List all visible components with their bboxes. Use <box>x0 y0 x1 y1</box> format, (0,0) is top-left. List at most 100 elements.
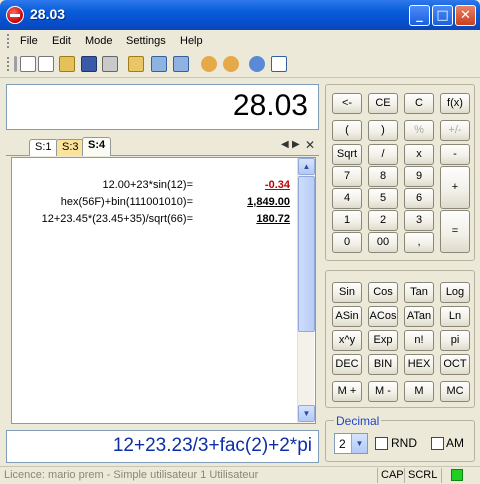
am-label: AM <box>446 436 464 450</box>
print-icon[interactable] <box>102 56 118 72</box>
new-document-icon[interactable] <box>20 56 36 72</box>
scroll-up-icon[interactable]: ▲ <box>298 158 315 175</box>
digit-9-button[interactable]: 9 <box>404 166 434 187</box>
redo-icon[interactable] <box>223 56 239 72</box>
plus-minus-button[interactable]: +/- <box>440 120 470 141</box>
tab-s3[interactable]: S:3 <box>56 139 85 156</box>
digit-2-button[interactable]: 2 <box>368 210 398 231</box>
maximize-button[interactable]: □ <box>432 5 453 26</box>
digit-4-button[interactable]: 4 <box>332 188 362 209</box>
result-expression[interactable]: 12.00+23*sin(12)= <box>102 179 193 191</box>
digit-8-button[interactable]: 8 <box>368 166 398 187</box>
close-paren-button[interactable]: ) <box>368 120 398 141</box>
decimal-select[interactable]: 2 ▼ <box>334 433 368 454</box>
scroll-thumb[interactable] <box>298 176 315 332</box>
result-value[interactable]: 180.72 <box>256 213 290 225</box>
result-value[interactable]: -0.34 <box>265 179 290 191</box>
app-icon[interactable] <box>6 6 24 24</box>
memory-recall-button[interactable]: M <box>404 381 434 402</box>
pi-button[interactable]: pi <box>440 330 470 351</box>
digit-6-button[interactable]: 6 <box>404 188 434 209</box>
oct-button[interactable]: OCT <box>440 354 470 375</box>
import-icon[interactable] <box>173 56 189 72</box>
menu-edit[interactable]: Edit <box>52 35 71 47</box>
sin-button[interactable]: Sin <box>332 282 362 303</box>
title-bar <box>0 0 480 30</box>
open-paren-button[interactable]: ( <box>332 120 362 141</box>
digit-5-button[interactable]: 5 <box>368 188 398 209</box>
digit-1-button[interactable]: 1 <box>332 210 362 231</box>
factorial-button[interactable]: n! <box>404 330 434 351</box>
hex-button[interactable]: HEX <box>404 354 434 375</box>
double-zero-button[interactable]: 00 <box>368 232 398 253</box>
tab-prev-icon[interactable]: ◀ <box>281 139 289 150</box>
new-sheet-icon[interactable] <box>38 56 54 72</box>
open-session-icon[interactable] <box>128 56 144 72</box>
acos-button[interactable]: ACos <box>368 306 398 327</box>
menu-file[interactable]: File <box>20 35 38 47</box>
plus-button[interactable]: + <box>440 166 470 209</box>
save-icon[interactable] <box>81 56 97 72</box>
window-title: 28.03 <box>30 6 66 22</box>
digit-7-button[interactable]: 7 <box>332 166 362 187</box>
clear-button[interactable]: C <box>404 93 434 114</box>
cos-button[interactable]: Cos <box>368 282 398 303</box>
result-value[interactable]: 1,849.00 <box>247 196 290 208</box>
digit-3-button[interactable]: 3 <box>404 210 434 231</box>
clear-entry-button[interactable]: CE <box>368 93 398 114</box>
decimal-select-value: 2 <box>339 437 346 451</box>
rnd-checkbox[interactable] <box>375 437 388 450</box>
decimal-label: Decimal <box>334 414 382 428</box>
menu-grip-icon <box>7 34 10 48</box>
atan-button[interactable]: ATan <box>404 306 434 327</box>
bin-button[interactable]: BIN <box>368 354 398 375</box>
divide-button[interactable]: / <box>368 144 398 165</box>
memory-subtract-button[interactable]: M - <box>368 381 398 402</box>
backspace-button[interactable]: <- <box>332 93 362 114</box>
ln-button[interactable]: Ln <box>440 306 470 327</box>
minus-button[interactable]: - <box>440 144 470 165</box>
export-icon[interactable] <box>151 56 167 72</box>
caps-lock-indicator: CAP <box>377 468 407 483</box>
sqrt-button[interactable]: Sqrt <box>332 144 362 165</box>
percent-button[interactable]: % <box>404 120 434 141</box>
multiply-button[interactable]: x <box>404 144 434 165</box>
digit-0-button[interactable]: 0 <box>332 232 362 253</box>
expression-input-text: 12+23.23/3+fac(2)+2*pi <box>112 435 312 456</box>
status-led-icon <box>451 469 463 481</box>
menu-settings[interactable]: Settings <box>126 35 166 47</box>
memory-add-button[interactable]: M + <box>332 381 362 402</box>
result-expression[interactable]: hex(56F)+bin(111001010)= <box>61 196 193 208</box>
tab-next-icon[interactable]: ▶ <box>292 139 300 150</box>
tab-s4[interactable]: S:4 <box>82 137 112 156</box>
log-button[interactable]: Log <box>440 282 470 303</box>
undo-icon[interactable] <box>201 56 217 72</box>
asin-button[interactable]: ASin <box>332 306 362 327</box>
minimize-button[interactable]: _ <box>409 5 430 26</box>
open-folder-icon[interactable] <box>59 56 75 72</box>
equals-button[interactable]: = <box>440 210 470 253</box>
tab-close-icon[interactable]: ✕ <box>305 138 315 152</box>
am-checkbox[interactable] <box>431 437 444 450</box>
decimal-point-button[interactable]: , <box>404 232 434 253</box>
tan-button[interactable]: Tan <box>404 282 434 303</box>
power-button[interactable]: x^y <box>332 330 362 351</box>
close-icon: ✕ <box>460 8 471 23</box>
result-expression[interactable]: 12+23.45*(23.45+35)/sqrt(66)= <box>42 213 193 225</box>
exp-button[interactable]: Exp <box>368 330 398 351</box>
users-icon[interactable] <box>249 56 265 72</box>
tab-s1[interactable]: S:1 <box>29 139 58 156</box>
function-button[interactable]: f(x) <box>440 93 470 114</box>
close-button[interactable]: ✕ <box>455 5 476 26</box>
chevron-down-icon[interactable]: ▼ <box>351 434 367 453</box>
results-scrollbar[interactable]: ▲ ▼ <box>297 158 315 423</box>
dec-button[interactable]: DEC <box>332 354 362 375</box>
expression-input[interactable]: 12+23.23/3+fac(2)+2*pi <box>6 430 319 463</box>
window-icon[interactable] <box>271 56 287 72</box>
scroll-down-icon[interactable]: ▼ <box>298 405 315 422</box>
memory-clear-button[interactable]: MC <box>440 381 470 402</box>
menu-help[interactable]: Help <box>180 35 203 47</box>
menu-mode[interactable]: Mode <box>85 35 113 47</box>
rnd-label: RND <box>391 436 417 450</box>
menu-bar <box>0 30 480 52</box>
